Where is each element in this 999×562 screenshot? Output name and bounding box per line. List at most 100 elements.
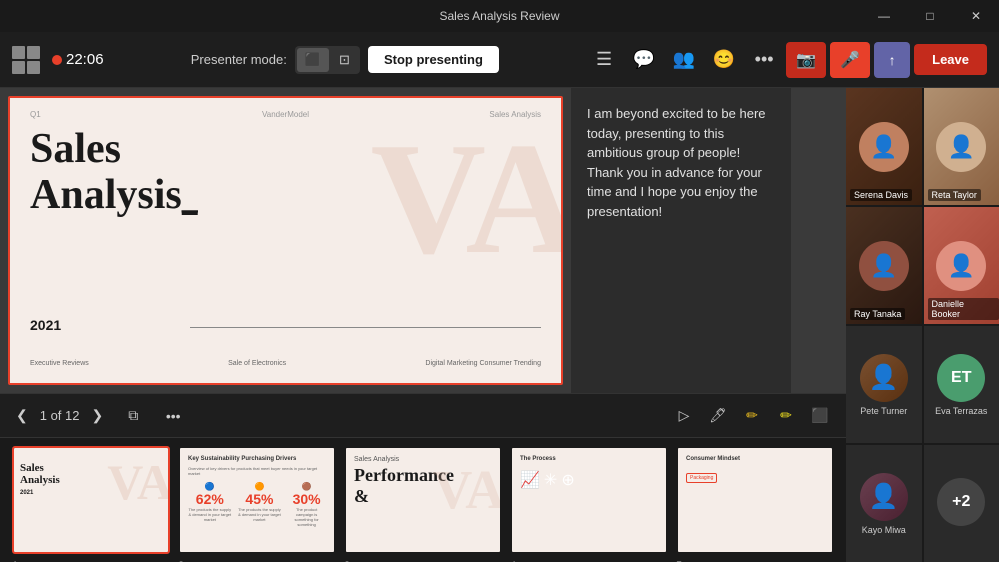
stat-62-icon: 🔵 — [188, 482, 232, 491]
copy-slide-button[interactable]: ⧉ — [119, 402, 147, 430]
strip-slide-2[interactable]: Key Sustainability Purchasing Drivers Ov… — [178, 446, 336, 554]
presenter-mode-buttons: ⬛ ⊡ — [295, 46, 360, 74]
video-tile-serena[interactable]: 👤 Serena Davis — [846, 88, 922, 205]
next-slide-button[interactable]: ❯ — [88, 405, 108, 426]
sticker-tool-button[interactable]: ⬛ — [806, 402, 834, 430]
stat-45-icon: 🟠 — [238, 482, 282, 491]
presenter-mode-picture[interactable]: ⊡ — [331, 48, 358, 72]
presenter-notes-text: I am beyond excited to be here today, pr… — [587, 104, 775, 221]
reactions-icon[interactable]: 😊 — [706, 42, 742, 78]
strip-slide-5-title: Consumer Mindset — [686, 456, 824, 462]
highlight-tool-button[interactable]: ✏ — [738, 402, 766, 430]
strip-slide-3-content: Sales Analysis Performance& VA — [346, 448, 500, 552]
pointer-tool-button[interactable]: ▷ — [670, 402, 698, 430]
kayo-avatar-img: 👤 — [860, 473, 908, 521]
slide-title: Sales Analysis_ — [30, 126, 198, 218]
slide-footer-left: Executive Reviews — [30, 360, 89, 367]
recording-dot — [52, 55, 62, 65]
stat-30-label: The product campaign is something for so… — [287, 507, 326, 527]
ray-face: 👤 — [859, 241, 909, 291]
highlighter2-tool-button[interactable]: ✏ — [772, 402, 800, 430]
serena-video-bg: 👤 — [846, 88, 922, 205]
diagram-flow-icon: ⊕ — [561, 470, 574, 490]
stat-30-pct: 30% — [287, 491, 326, 507]
main-slide: Q1 VanderModel Sales Analysis Sales Anal… — [8, 96, 563, 385]
pete-avatar-img: 👤 — [860, 354, 908, 402]
strip-slide-5-content: Consumer Mindset Packaging — [678, 448, 832, 495]
toolbar-left: 22:06 — [12, 46, 104, 74]
strip-slide-3[interactable]: Sales Analysis Performance& VA — [344, 446, 502, 554]
avatar-tile-kayo[interactable]: 👤 Kayo Miwa — [846, 445, 922, 562]
strip-slide-4-inner: The Process 📈 ✳ ⊕ — [512, 448, 666, 552]
chat-icon[interactable]: 💬 — [626, 42, 662, 78]
video-tile-ray[interactable]: 👤 Ray Tanaka — [846, 207, 922, 324]
slide-title-line2: Analysis_ — [30, 172, 198, 218]
toolbar-right: ☰ 💬 👥 😊 ••• 📷 🎤 ↑ Leave — [586, 42, 987, 78]
stat-62-label: The products the supply & demand in your… — [188, 507, 232, 522]
menu-icon[interactable]: ☰ — [586, 42, 622, 78]
more-participants-tile[interactable]: +2 — [924, 445, 999, 562]
toolbar-center: Presenter mode: ⬛ ⊡ Stop presenting — [112, 46, 579, 74]
more-options-icon[interactable]: ••• — [746, 42, 782, 78]
slide-q1-label: Q1 — [30, 110, 41, 119]
strip-slide-1-inner: SalesAnalysis 2021 VA — [14, 448, 168, 552]
strip-slide-2-content: Key Sustainability Purchasing Drivers Ov… — [180, 448, 334, 535]
stat-30-icon: 🟤 — [287, 482, 326, 491]
strip-slide-4-title: The Process — [520, 456, 658, 462]
stop-presenting-button[interactable]: Stop presenting — [368, 46, 499, 73]
avatar-tile-pete[interactable]: 👤 Pete Turner — [846, 326, 922, 443]
apps-icon[interactable] — [12, 46, 40, 74]
title-bar: Sales Analysis Review — □ ✕ — [0, 0, 999, 32]
slide-tools: ▷ 🖊 ✏ ✏ ⬛ — [670, 402, 834, 430]
video-row-2: 👤 Ray Tanaka 👤 Danielle Booker — [846, 207, 999, 324]
danielle-face: 👤 — [936, 241, 986, 291]
kayo-name: Kayo Miwa — [862, 525, 906, 535]
slide-footer: Executive Reviews Sale of Electronics Di… — [30, 360, 541, 367]
leave-button[interactable]: Leave — [914, 44, 987, 75]
stat-62-pct: 62% — [188, 491, 232, 507]
strip-slide-4-diagrams: 📈 ✳ ⊕ — [520, 470, 658, 490]
share-button[interactable]: ↑ — [874, 42, 910, 78]
call-timer: 22:06 — [52, 51, 104, 68]
video-panel: 👤 Serena Davis 👤 Reta Taylor 👤 Ray Tanak… — [846, 88, 999, 562]
danielle-label: Danielle Booker — [928, 298, 999, 320]
ray-label: Ray Tanaka — [850, 308, 905, 320]
kayo-avatar: 👤 — [860, 473, 908, 521]
diagram-network-icon: ✳ — [544, 470, 557, 490]
strip-slide-5[interactable]: Consumer Mindset Packaging — [676, 446, 834, 554]
strip-slide-2-sub: Overview of key drivers for products tha… — [188, 466, 326, 476]
strip-slide-3-watermark: VA — [433, 458, 500, 521]
strip-slide-1[interactable]: SalesAnalysis 2021 VA — [12, 446, 170, 554]
mic-button[interactable]: 🎤 — [830, 42, 870, 78]
presenter-mode-screen[interactable]: ⬛ — [297, 48, 329, 72]
prev-slide-button[interactable]: ❮ — [12, 405, 32, 426]
slide-controls: ❮ 1 of 12 ❯ ⧉ ••• ▷ 🖊 ✏ ✏ ⬛ — [0, 393, 846, 437]
main-content: Q1 VanderModel Sales Analysis Sales Anal… — [0, 88, 999, 562]
strip-slide-3-inner: Sales Analysis Performance& VA — [346, 448, 500, 552]
strip-slide-2-title: Key Sustainability Purchasing Drivers — [188, 456, 326, 462]
toolbar: 22:06 Presenter mode: ⬛ ⊡ Stop presentin… — [0, 32, 999, 88]
maximize-button[interactable]: □ — [907, 0, 953, 32]
slide-footer-mid: Sale of Electronics — [228, 360, 286, 367]
slide-strip: SalesAnalysis 2021 VA 1 Key Sustainabili… — [0, 437, 846, 562]
pen-tool-button[interactable]: 🖊 — [704, 402, 732, 430]
slide-brand-label: VanderModel — [262, 110, 309, 119]
video-row-4: 👤 Kayo Miwa +2 — [846, 445, 999, 562]
video-tile-danielle[interactable]: 👤 Danielle Booker — [924, 207, 999, 324]
more-slide-options-button[interactable]: ••• — [159, 402, 187, 430]
close-button[interactable]: ✕ — [953, 0, 999, 32]
minimize-button[interactable]: — — [861, 0, 907, 32]
pete-name: Pete Turner — [860, 406, 907, 416]
video-button[interactable]: 📷 — [786, 42, 826, 78]
video-tile-reta[interactable]: 👤 Reta Taylor — [924, 88, 999, 205]
strip-slide-5-inner: Consumer Mindset Packaging — [678, 448, 832, 552]
people-icon[interactable]: 👥 — [666, 42, 702, 78]
strip-slide-4[interactable]: The Process 📈 ✳ ⊕ — [510, 446, 668, 554]
avatar-tile-eva[interactable]: ET Eva Terrazas — [924, 326, 999, 443]
more-count: +2 — [937, 478, 985, 526]
presenter-notes: I am beyond excited to be here today, pr… — [571, 88, 791, 393]
ray-video-bg: 👤 — [846, 207, 922, 324]
reta-face: 👤 — [936, 122, 986, 172]
pete-avatar: 👤 — [860, 354, 908, 402]
stat-45-label: The products the supply & demand in your… — [238, 507, 282, 522]
